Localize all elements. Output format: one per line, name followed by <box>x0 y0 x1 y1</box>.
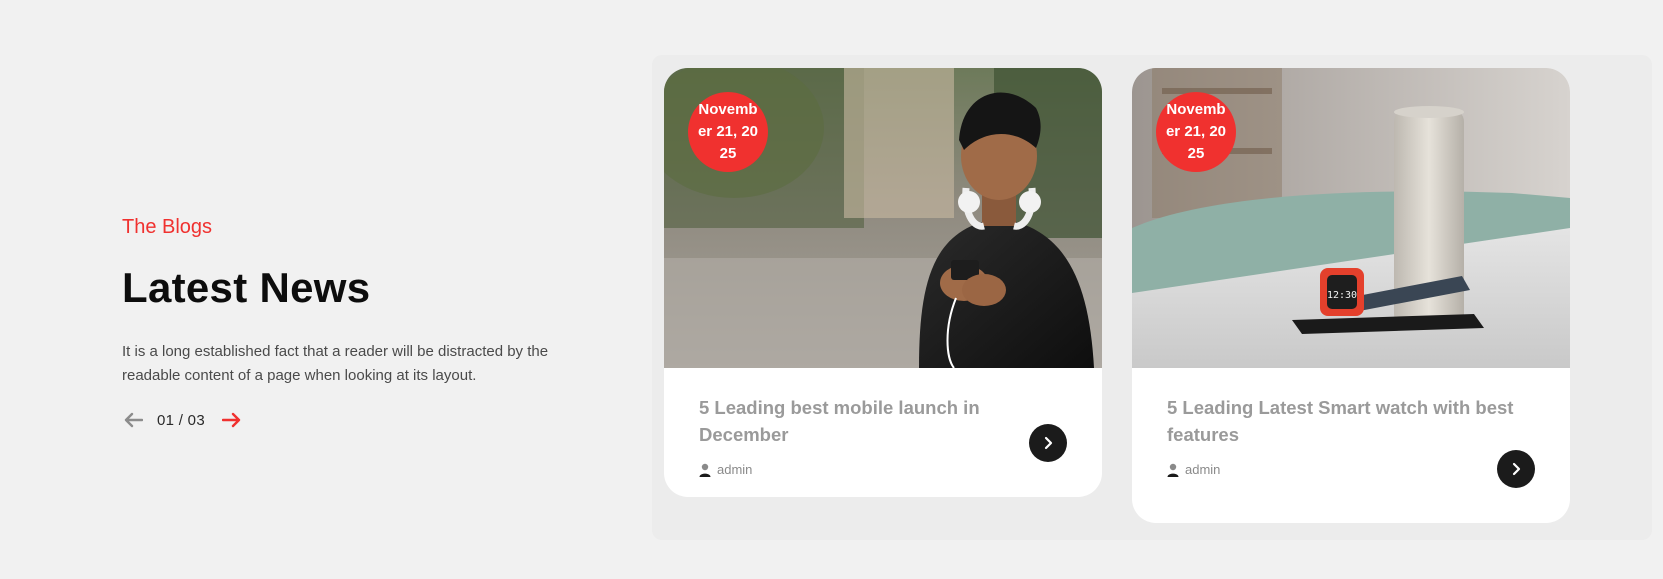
section-eyebrow: The Blogs <box>122 216 213 238</box>
arrow-right-icon <box>221 412 241 428</box>
blog-card-title[interactable]: 5 Leading best mobile launch in December <box>699 394 1067 448</box>
author-name[interactable]: admin <box>1185 462 1220 477</box>
arrow-left-icon <box>124 412 143 428</box>
blog-card-body: 5 Leading Latest Smart watch with best f… <box>1132 368 1570 488</box>
prev-slide-button[interactable] <box>122 409 144 431</box>
read-more-button[interactable] <box>1497 450 1535 488</box>
section-description: It is a long established fact that a rea… <box>122 343 549 384</box>
blog-card[interactable]: November 21, 2025 5 Leading best mobile … <box>664 68 1102 497</box>
date-badge: November 21, 2025 <box>688 92 768 172</box>
user-icon <box>1167 463 1179 477</box>
intro-block: The Blogs Latest News It is a long estab… <box>122 212 602 433</box>
blog-card[interactable]: 12:30 November 21, 2025 5 Leading Latest… <box>1132 68 1570 523</box>
section-heading: Latest News <box>122 264 371 311</box>
blog-card-author: admin <box>1167 462 1535 477</box>
svg-text:12:30: 12:30 <box>1327 290 1357 301</box>
slide-counter: 01 / 03 <box>157 411 205 429</box>
blog-card-image[interactable]: 12:30 November 21, 2025 <box>1132 68 1570 368</box>
blog-card-image[interactable]: November 21, 2025 <box>664 68 1102 368</box>
chevron-right-icon <box>1512 462 1521 476</box>
blog-card-title[interactable]: 5 Leading Latest Smart watch with best f… <box>1167 394 1535 448</box>
blog-card-body: 5 Leading best mobile launch in December… <box>664 368 1102 477</box>
read-more-button[interactable] <box>1029 424 1067 462</box>
blog-card-author: admin <box>699 462 1067 477</box>
next-slide-button[interactable] <box>221 409 243 431</box>
user-icon <box>699 463 711 477</box>
chevron-right-icon <box>1044 436 1053 450</box>
blog-section: The Blogs Latest News It is a long estab… <box>0 0 1663 579</box>
slider-pager: 01 / 03 <box>122 407 602 433</box>
date-badge: November 21, 2025 <box>1156 92 1236 172</box>
author-name[interactable]: admin <box>717 462 752 477</box>
